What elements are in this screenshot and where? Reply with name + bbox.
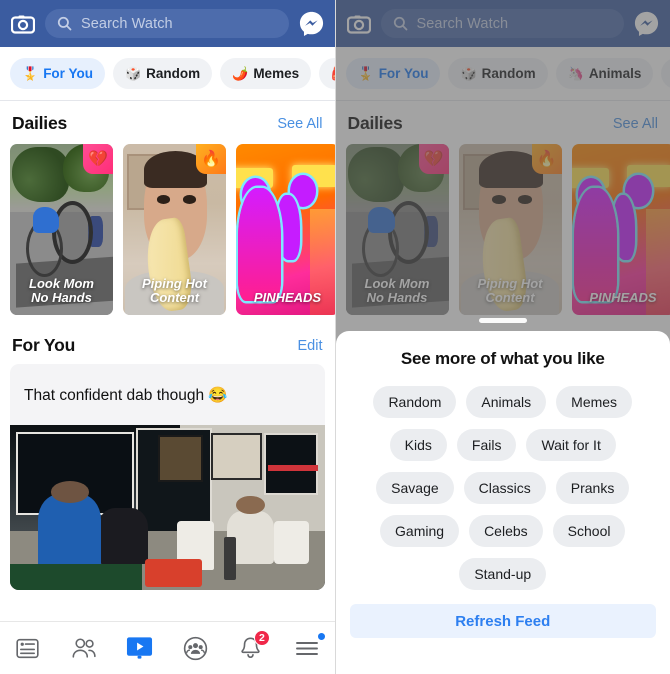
tag-savage[interactable]: Savage — [376, 472, 454, 504]
tag-row: Savage Classics Pranks — [350, 472, 657, 504]
search-icon — [57, 16, 72, 31]
chip-for-you[interactable]: 🎖️ For You — [10, 58, 105, 89]
messenger-icon[interactable] — [298, 10, 325, 37]
daily-card[interactable]: 💔 Look Mom No Hands — [8, 142, 115, 317]
dice-icon: 🎲 — [124, 66, 142, 81]
tag-random[interactable]: Random — [373, 386, 457, 418]
chili-pepper-icon: 🌶️ — [232, 66, 249, 81]
sheet-title: See more of what you like — [400, 349, 605, 368]
tag-animals[interactable]: Animals — [466, 386, 547, 418]
watch-video-icon — [126, 637, 152, 659]
post-text: That confident dab though 😂 — [24, 387, 228, 404]
chip-partial[interactable]: 🎒 — [319, 58, 335, 89]
tag-fails[interactable]: Fails — [456, 429, 517, 461]
tag-row: Random Animals Memes — [350, 386, 657, 418]
daily-caption: PINHEADS — [253, 290, 322, 306]
menu-tab[interactable] — [286, 631, 328, 665]
broken-heart-icon: 💔 — [83, 144, 113, 174]
refresh-feed-button[interactable]: Refresh Feed — [349, 604, 656, 638]
tag-row: Stand-up — [350, 558, 657, 590]
friends-tab[interactable] — [63, 631, 105, 665]
for-you-title: For You — [12, 335, 76, 355]
daily-caption: Piping Hot Content — [142, 275, 207, 306]
left-phone-screen: Search Watch 🎖️ For You 🎲 Random 🌶️ Meme… — [0, 0, 335, 674]
news-feed-tab[interactable] — [7, 631, 49, 665]
tag-kids[interactable]: Kids — [389, 429, 447, 461]
dailies-section-header: Dailies See All — [0, 101, 335, 142]
tag-school[interactable]: School — [552, 515, 626, 547]
tag-row: Gaming Celebs School — [350, 515, 657, 547]
sheet-drag-handle[interactable] — [478, 318, 527, 323]
dailies-carousel[interactable]: 💔 Look Mom No Hands 🔥 Piping Hot Content… — [0, 142, 335, 317]
chip-label: Random — [146, 66, 201, 81]
daily-caption: Look Mom No Hands — [29, 275, 94, 306]
for-you-section-header: For You Edit — [0, 317, 335, 364]
menu-unread-dot — [317, 633, 325, 640]
screenshot-stage: Search Watch 🎖️ For You 🎲 Random 🌶️ Meme… — [0, 0, 670, 674]
category-chips-left[interactable]: 🎖️ For You 🎲 Random 🌶️ Memes 🎒 — [0, 47, 335, 101]
watch-tab[interactable] — [118, 631, 160, 665]
tag-row: Kids Fails Wait for It — [350, 429, 657, 461]
feed-post[interactable]: That confident dab though 😂 — [10, 364, 325, 590]
dailies-title: Dailies — [12, 113, 68, 133]
news-feed-icon — [16, 638, 39, 658]
hamburger-menu-icon — [295, 642, 318, 655]
medal-icon: 🎖️ — [22, 66, 39, 81]
chip-random[interactable]: 🎲 Random — [112, 58, 213, 89]
tag-wait-for-it[interactable]: Wait for It — [526, 429, 616, 461]
tag-stand-up[interactable]: Stand-up — [459, 558, 547, 590]
search-input[interactable]: Search Watch — [45, 9, 289, 38]
post-video-thumbnail[interactable] — [10, 425, 325, 590]
daily-card[interactable]: PINHEADS — [234, 142, 335, 317]
tag-pranks[interactable]: Pranks — [555, 472, 630, 504]
camera-icon[interactable] — [10, 12, 36, 36]
right-phone-screen: Search Watch 🎖️ For You 🎲 Random 🦄 Anima… — [334, 0, 670, 674]
for-you-edit-link[interactable]: Edit — [298, 338, 323, 354]
see-more-bottom-sheet: See more of what you like Random Animals… — [335, 331, 670, 674]
notification-badge: 2 — [253, 630, 270, 646]
fire-icon: 🔥 — [196, 144, 226, 174]
tag-celebs[interactable]: Celebs — [469, 515, 543, 547]
search-placeholder: Search Watch — [81, 15, 173, 32]
app-header: Search Watch — [0, 0, 335, 47]
groups-icon — [183, 636, 207, 660]
tag-classics[interactable]: Classics — [463, 472, 546, 504]
bottom-tab-bar[interactable]: 2 — [0, 621, 335, 674]
tag-gaming[interactable]: Gaming — [380, 515, 460, 547]
tag-memes[interactable]: Memes — [556, 386, 633, 418]
daily-card[interactable]: 🔥 Piping Hot Content — [121, 142, 228, 317]
friends-icon — [72, 638, 96, 658]
chip-label: For You — [43, 66, 93, 81]
groups-tab[interactable] — [174, 631, 216, 665]
dailies-see-all-link[interactable]: See All — [277, 116, 322, 132]
chip-label: Memes — [253, 66, 300, 81]
notifications-tab[interactable]: 2 — [230, 630, 272, 665]
chip-memes[interactable]: 🌶️ Memes — [220, 58, 312, 89]
